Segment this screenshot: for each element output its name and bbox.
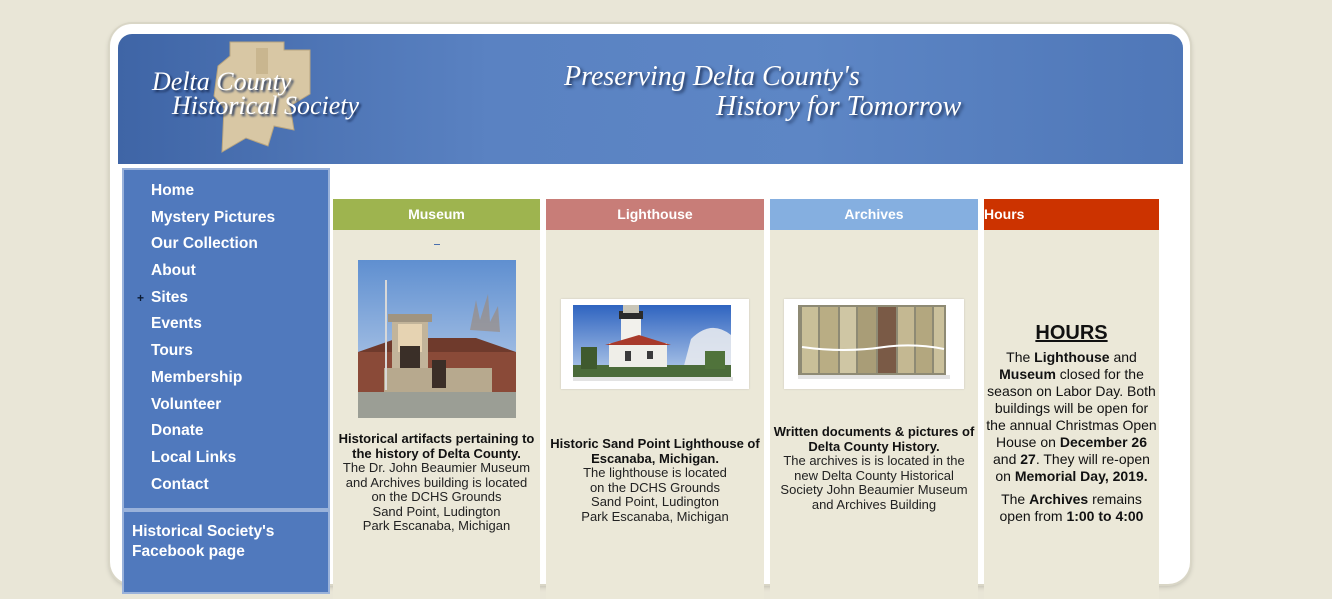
nav-item-label: Local Links [151,448,237,466]
museum-caption: Historical artifacts pertaining to the h… [333,431,540,534]
museum-column: Museum Historical artifacts pertaining t… [333,199,540,599]
lighthouse-caption-title: Historic Sand Point Lighthouse of Escana… [550,436,760,466]
lighthouse-caption-line: The lighthouse is located [583,465,727,480]
museum-building-image [357,260,516,418]
nav-item-donate[interactable]: Donate [124,418,328,445]
nav-item-sites[interactable]: + Sites [124,285,328,312]
nav-item-about[interactable]: About [124,258,328,285]
lighthouse-body: Historic Sand Point Lighthouse of Escana… [546,299,764,524]
page-container: Delta County Historical Society Preservi… [110,24,1190,599]
lighthouse-column: Lighthouse Historic Sand Point Lighthous… [546,199,764,599]
nav-item-local-links[interactable]: Local Links [124,445,328,472]
nav-item-label: About [151,262,196,280]
archives-caption: Written documents & pictures of Delta Co… [770,424,978,512]
lighthouse-caption-line: on the DCHS Grounds [589,479,721,495]
archives-photo[interactable] [784,299,964,389]
hours-museum-bold: Museum [999,365,1056,382]
hours-text: The [1006,348,1035,365]
archives-caption-line: and Archives Building [811,496,937,512]
tagline-line-1: Preserving Delta County's [564,61,860,92]
museum-body: Historical artifacts pertaining to the h… [333,244,540,534]
hours-memorial-day-bold: Memorial Day, 2019. [1014,467,1148,484]
hours-header[interactable]: Hours [984,199,1159,230]
nav-item-label: Home [151,182,195,199]
archives-body: Written documents & pictures of Delta Co… [770,299,978,512]
hours-27-bold: 27 [1020,450,1036,467]
archives-image [798,305,950,379]
nav-item-our-collection[interactable]: Our Collection [124,231,328,258]
nav-item-label: Mystery Pictures [151,208,276,226]
society-logo-text[interactable]: Delta County Historical Society [152,69,360,120]
nav-item-label: Membership [151,368,243,386]
archives-caption-line: The archives is is located in the [783,453,965,468]
hours-archives-bold: Archives [1029,490,1089,507]
sidebar-nav: Home Mystery Pictures Our Collection Abo… [122,168,330,510]
nav-item-volunteer[interactable]: Volunteer [124,392,328,419]
hours-text: and [993,450,1021,467]
nav-item-label: Our Collection [151,235,258,253]
hours-paragraph-1: The Lighthouse and Museum closed for the… [984,349,1159,485]
nav-item-label: Sites [151,288,189,306]
facebook-box: Historical Society's Facebook page [122,510,330,594]
museum-link-dash[interactable] [433,244,440,245]
site-banner: Delta County Historical Society Preservi… [118,34,1183,164]
nav-item-label: Contact [151,475,209,493]
lighthouse-header[interactable]: Lighthouse [546,199,764,230]
archives-caption-line: Society John Beaumier Museum [780,482,968,497]
archives-caption-title: Written documents & pictures of Delta Co… [773,424,975,454]
hours-text: and [1109,348,1137,365]
hours-body: HOURS The Lighthouse and Museum closed f… [984,322,1159,525]
lighthouse-caption-line: Sand Point, Ludington [591,494,719,509]
nav-item-label: Volunteer [151,395,222,413]
nav-item-contact[interactable]: Contact [124,472,328,499]
lighthouse-image [573,305,733,381]
archives-caption-line: new Delta County Historical [794,467,954,483]
museum-caption-title: Historical artifacts pertaining to the h… [338,431,535,461]
hours-time-bold: 1:00 to 4:00 [1066,507,1144,524]
nav-item-mystery-pictures[interactable]: Mystery Pictures [124,205,328,232]
hours-text: The [1001,490,1030,507]
archives-header[interactable]: Archives [770,199,978,230]
nav-item-tours[interactable]: Tours [124,338,328,365]
museum-caption-line: on the DCHS Grounds [371,489,502,504]
hours-column: Hours HOURS The Lighthouse and Museum cl… [984,199,1159,599]
hours-december-bold: December 26 [1059,433,1147,450]
lighthouse-caption: Historic Sand Point Lighthouse of Escana… [546,436,764,524]
hours-paragraph-2: The Archives remains open from 1:00 to 4… [984,491,1159,525]
tagline-line-2: History for Tomorrow [716,91,962,122]
museum-building-photo[interactable] [357,260,516,418]
nav-item-label: Events [151,315,202,333]
hours-title: HOURS [1035,322,1108,344]
logo-line-2: Historical Society [172,91,360,120]
nav-item-label: Tours [151,342,193,360]
nav-item-label: Donate [151,422,204,440]
archives-column: Archives Written documents & pictures of… [770,199,978,599]
banner-tagline: Preserving Delta County's History for To… [564,62,961,122]
facebook-link[interactable]: Historical Society's Facebook page [124,512,328,572]
nav-item-home[interactable]: Home [124,178,328,205]
lighthouse-caption-line: Park Escanaba, Michigan [581,508,729,524]
lighthouse-photo[interactable] [561,299,749,389]
nav-menu: Home Mystery Pictures Our Collection Abo… [124,170,328,498]
expand-plus-icon[interactable]: + [137,285,144,312]
museum-caption-line: Park Escanaba, Michigan [362,518,511,533]
hours-lighthouse-bold: Lighthouse [1034,348,1110,365]
nav-item-membership[interactable]: Membership [124,365,328,392]
museum-caption-line: The Dr. John Beaumier Museum [342,460,531,475]
museum-header[interactable]: Museum [333,199,540,230]
museum-caption-line: and Archives building is located [345,474,528,490]
museum-caption-line: Sand Point, Ludington [372,503,501,519]
nav-item-events[interactable]: Events [124,311,328,338]
